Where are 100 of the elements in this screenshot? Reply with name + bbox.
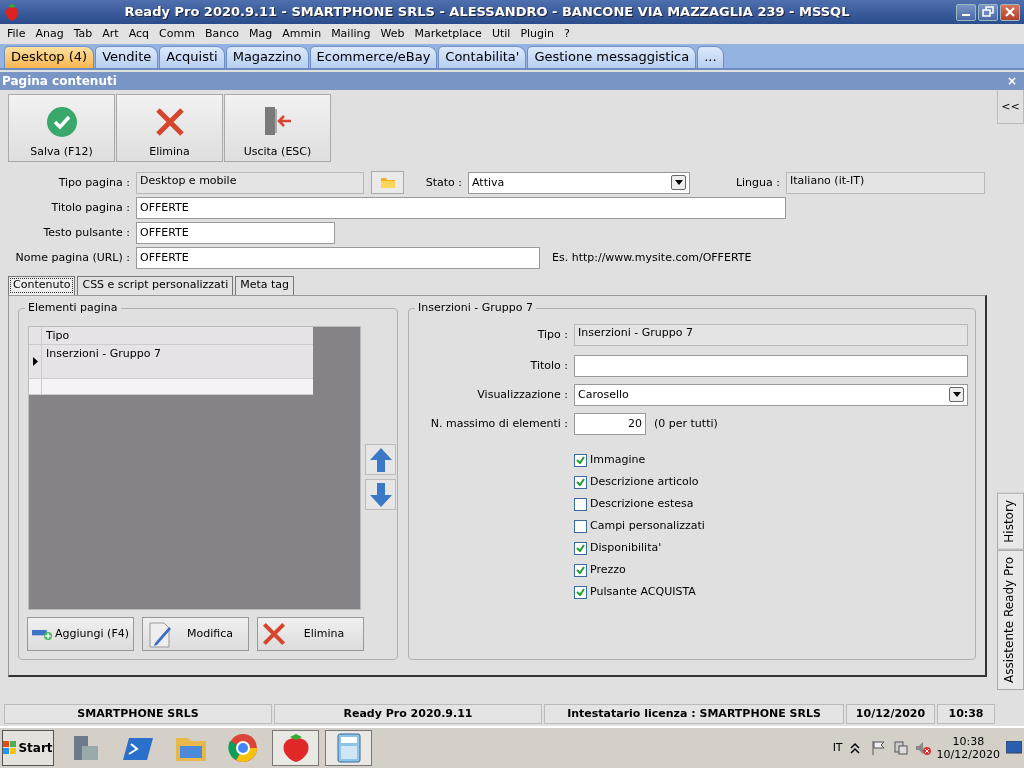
status-panel: 10/12/2020 bbox=[846, 704, 935, 724]
checkbox[interactable] bbox=[574, 585, 587, 599]
menu-item[interactable]: Mailing bbox=[326, 27, 376, 41]
tab[interactable]: Ecommerce/eBay bbox=[309, 46, 438, 68]
menu-item[interactable]: Banco bbox=[199, 27, 244, 41]
field-label: N. massimo di elementi : bbox=[429, 416, 569, 431]
tab[interactable]: Contabilita' bbox=[438, 46, 527, 68]
input-field[interactable]: OFFERTE bbox=[136, 196, 786, 219]
side-tab[interactable]: Assistente Ready Pro bbox=[997, 550, 1024, 690]
status-panel: SMARTPHONE SRLS bbox=[4, 704, 272, 724]
menu-item[interactable]: Marketplace bbox=[409, 27, 487, 41]
start-button[interactable]: Start bbox=[2, 730, 54, 766]
caret-icon bbox=[952, 392, 961, 397]
menu-item[interactable]: Acq bbox=[123, 27, 155, 41]
checkbox-label: Pulsante ACQUISTA bbox=[590, 585, 696, 599]
column-header: Tipo bbox=[45, 328, 71, 344]
side-tab[interactable]: History bbox=[997, 493, 1024, 550]
action-button[interactable]: Elimina bbox=[257, 617, 364, 651]
tab[interactable]: Gestione messaggistica bbox=[527, 46, 697, 68]
menu-item[interactable]: Web bbox=[375, 27, 410, 41]
field-label: Titolo : bbox=[529, 358, 569, 373]
menu-item[interactable]: Plugin bbox=[515, 27, 560, 41]
up-arrow-icon bbox=[369, 447, 392, 472]
checkbox[interactable] bbox=[574, 541, 587, 555]
caret-icon bbox=[674, 180, 683, 185]
action-button[interactable]: Modifica bbox=[142, 617, 249, 651]
restore-icon[interactable] bbox=[982, 6, 994, 18]
input-field[interactable]: OFFERTE bbox=[136, 246, 540, 269]
checkbox[interactable] bbox=[574, 453, 587, 467]
input-field[interactable] bbox=[574, 354, 968, 377]
check-icon bbox=[576, 588, 585, 596]
number-field[interactable]: 20 bbox=[574, 412, 646, 435]
field-label: Tipo pagina : bbox=[57, 175, 131, 190]
example-text: Es. http://www.mysite.com/OFFERTE bbox=[552, 250, 752, 265]
network-icon[interactable] bbox=[892, 740, 909, 756]
menu-item[interactable]: File bbox=[2, 27, 31, 41]
menu-item[interactable]: Comm bbox=[154, 27, 200, 41]
readonly-field: Inserzioni - Gruppo 7 bbox=[574, 323, 968, 346]
group-title: Inserzioni - Gruppo 7 bbox=[415, 301, 536, 315]
move-down-button[interactable] bbox=[365, 479, 396, 510]
table-cell-text: Inserzioni - Gruppo 7 bbox=[45, 346, 162, 363]
browser-icon[interactable] bbox=[226, 732, 259, 764]
action-button[interactable]: Aggiungi (F4) bbox=[27, 617, 134, 651]
collapse-button[interactable]: << bbox=[997, 90, 1024, 124]
language-indicator[interactable]: IT bbox=[832, 741, 843, 755]
status-panel: 10:38 bbox=[937, 704, 995, 724]
check-icon bbox=[46, 106, 77, 137]
input-field[interactable]: OFFERTE bbox=[136, 221, 335, 244]
toolbar-button[interactable]: Uscita (ESC) bbox=[224, 94, 331, 162]
tab[interactable]: ... bbox=[697, 46, 724, 68]
group-title: Elementi pagina bbox=[25, 301, 121, 315]
tab[interactable]: Desktop (4) bbox=[4, 46, 95, 68]
strawberry-icon bbox=[4, 3, 20, 21]
tab[interactable]: Acquisti bbox=[159, 46, 225, 68]
panel-title: Pagina contenuti bbox=[2, 73, 117, 89]
muted-speaker-icon[interactable] bbox=[914, 740, 931, 756]
checkbox[interactable] bbox=[574, 563, 587, 577]
move-up-button[interactable] bbox=[365, 444, 396, 475]
field-label: Titolo pagina : bbox=[50, 200, 131, 215]
grid-row[interactable]: Inserzioni - Gruppo 7 bbox=[29, 345, 313, 380]
check-icon bbox=[576, 456, 585, 464]
tab[interactable]: Magazzino bbox=[225, 46, 309, 68]
checkbox-label: Disponibilita' bbox=[590, 541, 662, 555]
window-title: Ready Pro 2020.9.11 - SMARTPHONE SRLS - ALESSANDRO - BANCONE VIA MAZZAGLIA 239 - MSSQL bbox=[123, 4, 851, 20]
menu-item[interactable]: Mag bbox=[243, 27, 278, 41]
toolbar-button[interactable]: Elimina bbox=[116, 94, 223, 162]
clock[interactable]: 10:38 10/12/2020 bbox=[936, 734, 1000, 762]
menu-item[interactable]: Tab bbox=[68, 27, 98, 41]
field-label: Tipo : bbox=[536, 327, 569, 342]
field-label: Lingua : bbox=[734, 175, 781, 190]
edit-icon bbox=[147, 619, 173, 649]
tab[interactable]: Vendite bbox=[95, 46, 159, 68]
tab[interactable]: Contenuto bbox=[8, 276, 76, 295]
checkbox-label: Immagine bbox=[590, 453, 646, 467]
tab[interactable]: CSS e script personalizzati bbox=[77, 276, 234, 295]
field-label: Testo pulsante : bbox=[42, 225, 131, 240]
close-icon[interactable] bbox=[1004, 6, 1016, 18]
flag-icon[interactable] bbox=[870, 740, 887, 756]
toolbar-button[interactable]: Salva (F12) bbox=[8, 94, 115, 162]
field-label: Visualizzazione : bbox=[476, 387, 569, 402]
tab[interactable]: Meta tag bbox=[235, 276, 295, 295]
menu-item[interactable]: ? bbox=[559, 27, 575, 41]
status-panel: Intestatario licenza : SMARTPHONE SRLS bbox=[544, 704, 844, 724]
readonly-field: Desktop e mobile bbox=[136, 171, 364, 194]
checkbox-label: Prezzo bbox=[590, 563, 626, 577]
menu-item[interactable]: Util bbox=[486, 27, 516, 41]
checkbox[interactable] bbox=[574, 519, 587, 533]
menu-item[interactable]: Art bbox=[97, 27, 124, 41]
dropdown-field[interactable]: Carosello bbox=[574, 383, 968, 406]
checkbox[interactable] bbox=[574, 497, 587, 511]
door-icon bbox=[262, 104, 293, 137]
dropdown-field[interactable]: Attiva bbox=[468, 171, 690, 194]
checkbox[interactable] bbox=[574, 475, 587, 489]
desktop-icon[interactable] bbox=[1006, 741, 1022, 755]
menu-item[interactable]: Ammin bbox=[277, 27, 327, 41]
checkbox-label: Descrizione estesa bbox=[590, 497, 694, 511]
hint-text: (0 per tutti) bbox=[654, 416, 718, 431]
menu-item[interactable]: Anag bbox=[30, 27, 69, 41]
readonly-field: Italiano (it-IT) bbox=[786, 171, 985, 194]
field-label: Stato : bbox=[424, 175, 463, 190]
